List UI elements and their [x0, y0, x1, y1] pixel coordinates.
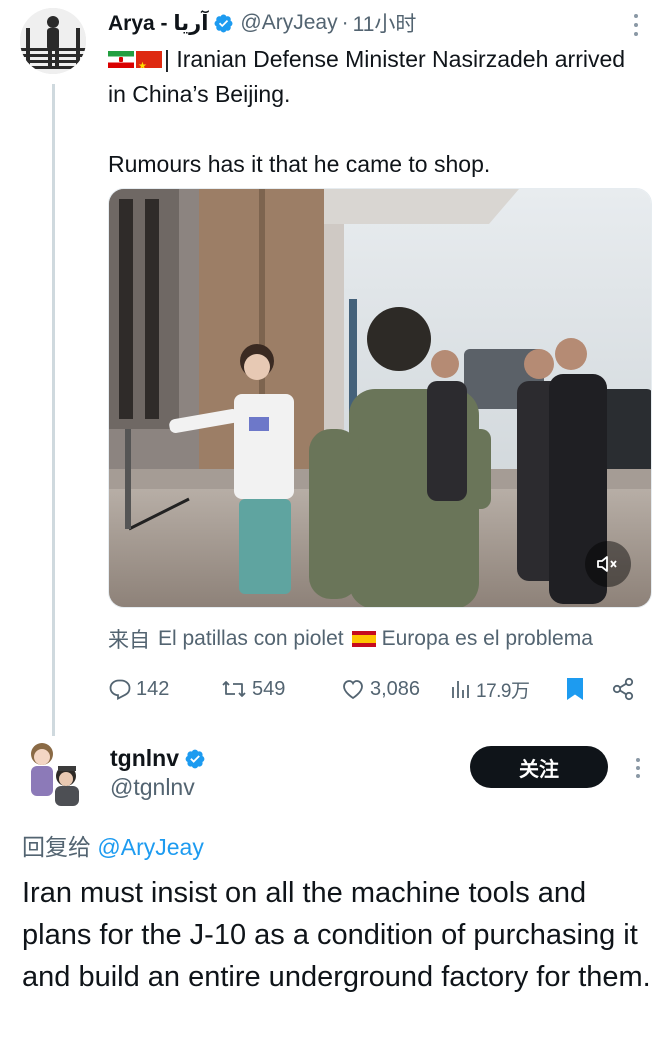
tweet-text: | Iranian Defense Minister Nasirzadeh ar… [108, 42, 648, 182]
spain-flag-icon [351, 631, 376, 647]
retweet-count: 549 [252, 677, 286, 700]
retweet-icon [222, 681, 246, 697]
china-flag-icon [136, 51, 162, 68]
video-frame [109, 189, 651, 607]
thread-connector-line [52, 84, 55, 736]
like-count: 3,086 [370, 677, 421, 700]
mute-icon [597, 556, 617, 572]
display-name[interactable]: tgnlnv [110, 745, 179, 772]
avatar-image [22, 738, 88, 808]
heart-icon [343, 680, 363, 700]
bookmark-button[interactable] [564, 672, 590, 706]
avatar-image [20, 8, 86, 74]
verified-badge-icon [184, 748, 205, 769]
tweet-text-line2: Rumours has it that he came to shop. [108, 151, 491, 177]
more-vertical-icon[interactable] [628, 756, 648, 780]
like-button[interactable]: 3,086 [340, 672, 420, 706]
verified-badge-icon [213, 13, 234, 34]
retweet-button[interactable]: 549 [220, 672, 285, 706]
views-button[interactable]: 17.9万 [450, 672, 530, 706]
share-button[interactable] [610, 672, 640, 706]
user-handle[interactable]: @AryJeay [240, 11, 337, 35]
reply-context: 回复给 @AryJeay [22, 828, 204, 862]
display-name[interactable]: Arya - آریا [108, 11, 208, 36]
video-player[interactable] [108, 188, 652, 608]
reply-count: 142 [136, 677, 170, 700]
mute-button[interactable] [585, 541, 631, 587]
tweet-text-line1: | Iranian Defense Minister Nasirzadeh ar… [108, 46, 626, 107]
bookmark-icon [567, 678, 583, 700]
source-name[interactable]: El patillas con piolet [158, 627, 344, 651]
timestamp[interactable]: 11小时 [353, 8, 417, 38]
share-icon [612, 677, 634, 701]
tweet2-text: Iran must insist on all the machine tool… [22, 877, 651, 993]
reply-prefix: 回复给 [22, 834, 91, 860]
reply-icon [109, 679, 131, 700]
separator-dot: · [341, 11, 349, 34]
iran-flag-icon [108, 51, 134, 68]
tweet-actions-bar: 142 549 3,086 17.9万 [108, 672, 648, 706]
tweet-header: Arya - آریا @AryJeay · 11小时 [108, 8, 416, 38]
tweet2-header: tgnlnv [110, 742, 205, 774]
views-chart-icon [452, 681, 469, 698]
source-prefix: 来自 [108, 629, 150, 652]
reply-mention-link[interactable]: @AryJeay [97, 834, 203, 860]
source-attribution: 来自 El patillas con piolet Europa es el p… [108, 624, 593, 654]
source-suffix[interactable]: Europa es el problema [382, 627, 593, 651]
avatar-tgnlnv[interactable] [22, 738, 88, 808]
reply-button[interactable]: 142 [108, 672, 169, 706]
views-count: 17.9万 [476, 680, 530, 702]
follow-button[interactable]: 关注 [470, 746, 608, 788]
avatar-arya[interactable] [20, 8, 86, 74]
user-handle[interactable]: @tgnlnv [110, 774, 195, 801]
more-vertical-icon[interactable] [626, 12, 646, 38]
